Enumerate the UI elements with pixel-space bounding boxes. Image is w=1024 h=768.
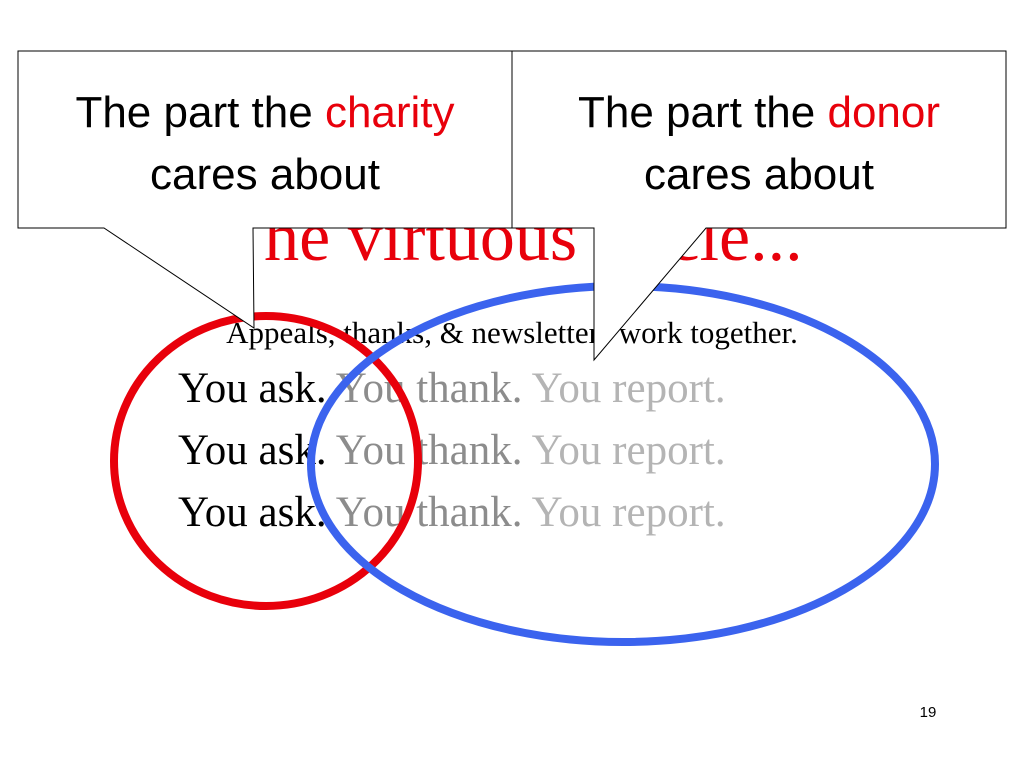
charity-callout-line1: The part the charity	[18, 82, 512, 144]
callout-prefix: The part the	[577, 88, 828, 137]
donor-callout-text: The part the donor cares about	[512, 82, 1006, 206]
donor-callout-line1: The part the donor	[512, 82, 1006, 144]
charity-highlight: charity	[324, 88, 455, 137]
charity-callout-line2: cares about	[150, 150, 380, 199]
presentation-slide: The virtuous circle... Appeals, thanks, …	[0, 0, 1024, 768]
donor-highlight: donor	[827, 88, 941, 137]
callout-prefix: The part the	[75, 88, 325, 137]
donor-circle	[307, 282, 939, 646]
donor-callout-line2: cares about	[644, 150, 874, 199]
page-number: 19	[919, 704, 937, 721]
charity-callout-text: The part the charity cares about	[18, 82, 512, 206]
